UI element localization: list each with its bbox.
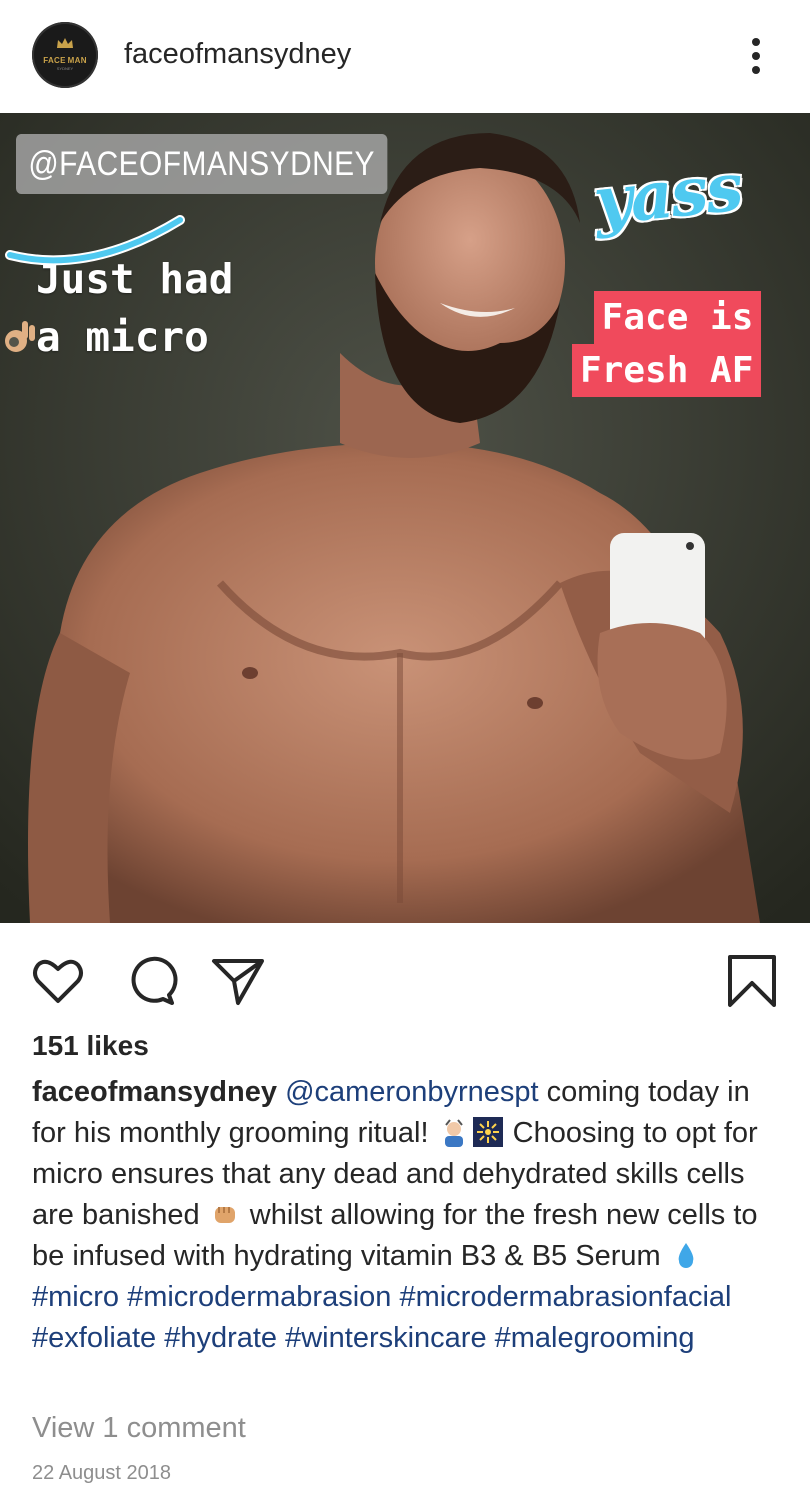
action-bar [0,923,810,1023]
avatar-brand: FACE MAN [43,56,87,65]
post-caption: faceofmansydney @cameronbyrnespt coming … [32,1072,782,1359]
yass-sticker: yass [590,147,745,241]
droplet-icon [678,1243,694,1268]
fist-icon [214,1207,235,1223]
badge-line-1: Face is [593,291,762,344]
mention-tag: @FACEOFMANSYDNEY [16,134,388,194]
view-comments-link[interactable]: View 1 comment [32,1412,246,1445]
fireworks-icon [472,1117,503,1147]
heart-icon[interactable] [30,953,86,1009]
comment-icon[interactable] [122,953,178,1009]
post-image[interactable]: @FACEOFMANSYDNEY Just had a micro yass F… [0,113,810,923]
bookmark-icon[interactable] [724,953,780,1009]
like-count[interactable]: 151 likes [32,1030,149,1062]
post-username[interactable]: faceofmansydney [124,38,351,71]
caption-mention[interactable]: @cameronbyrnespt [285,1076,539,1108]
more-vertical-icon[interactable] [740,34,772,78]
post-date: 22 August 2018 [32,1462,172,1484]
ok-hand-icon [5,321,35,352]
story-line-2: a micro [36,313,209,361]
send-icon[interactable] [210,953,266,1009]
caption-hashtags[interactable]: #micro #microdermabrasion #microdermabra… [32,1281,731,1354]
badge-line-2: Fresh AF [572,344,762,397]
avatar-sub: SYDNEY [56,66,74,71]
caption-username[interactable]: faceofmansydney [32,1076,277,1108]
profile-avatar[interactable]: FACE MAN SYDNEY [32,22,98,88]
salon-man-icon [444,1119,463,1147]
fresh-badge: Face is Fresh AF [572,291,762,397]
crown-icon [57,38,73,48]
sticker-swash [5,215,185,266]
post-header: FACE MAN SYDNEY faceofmansydney [0,0,810,113]
